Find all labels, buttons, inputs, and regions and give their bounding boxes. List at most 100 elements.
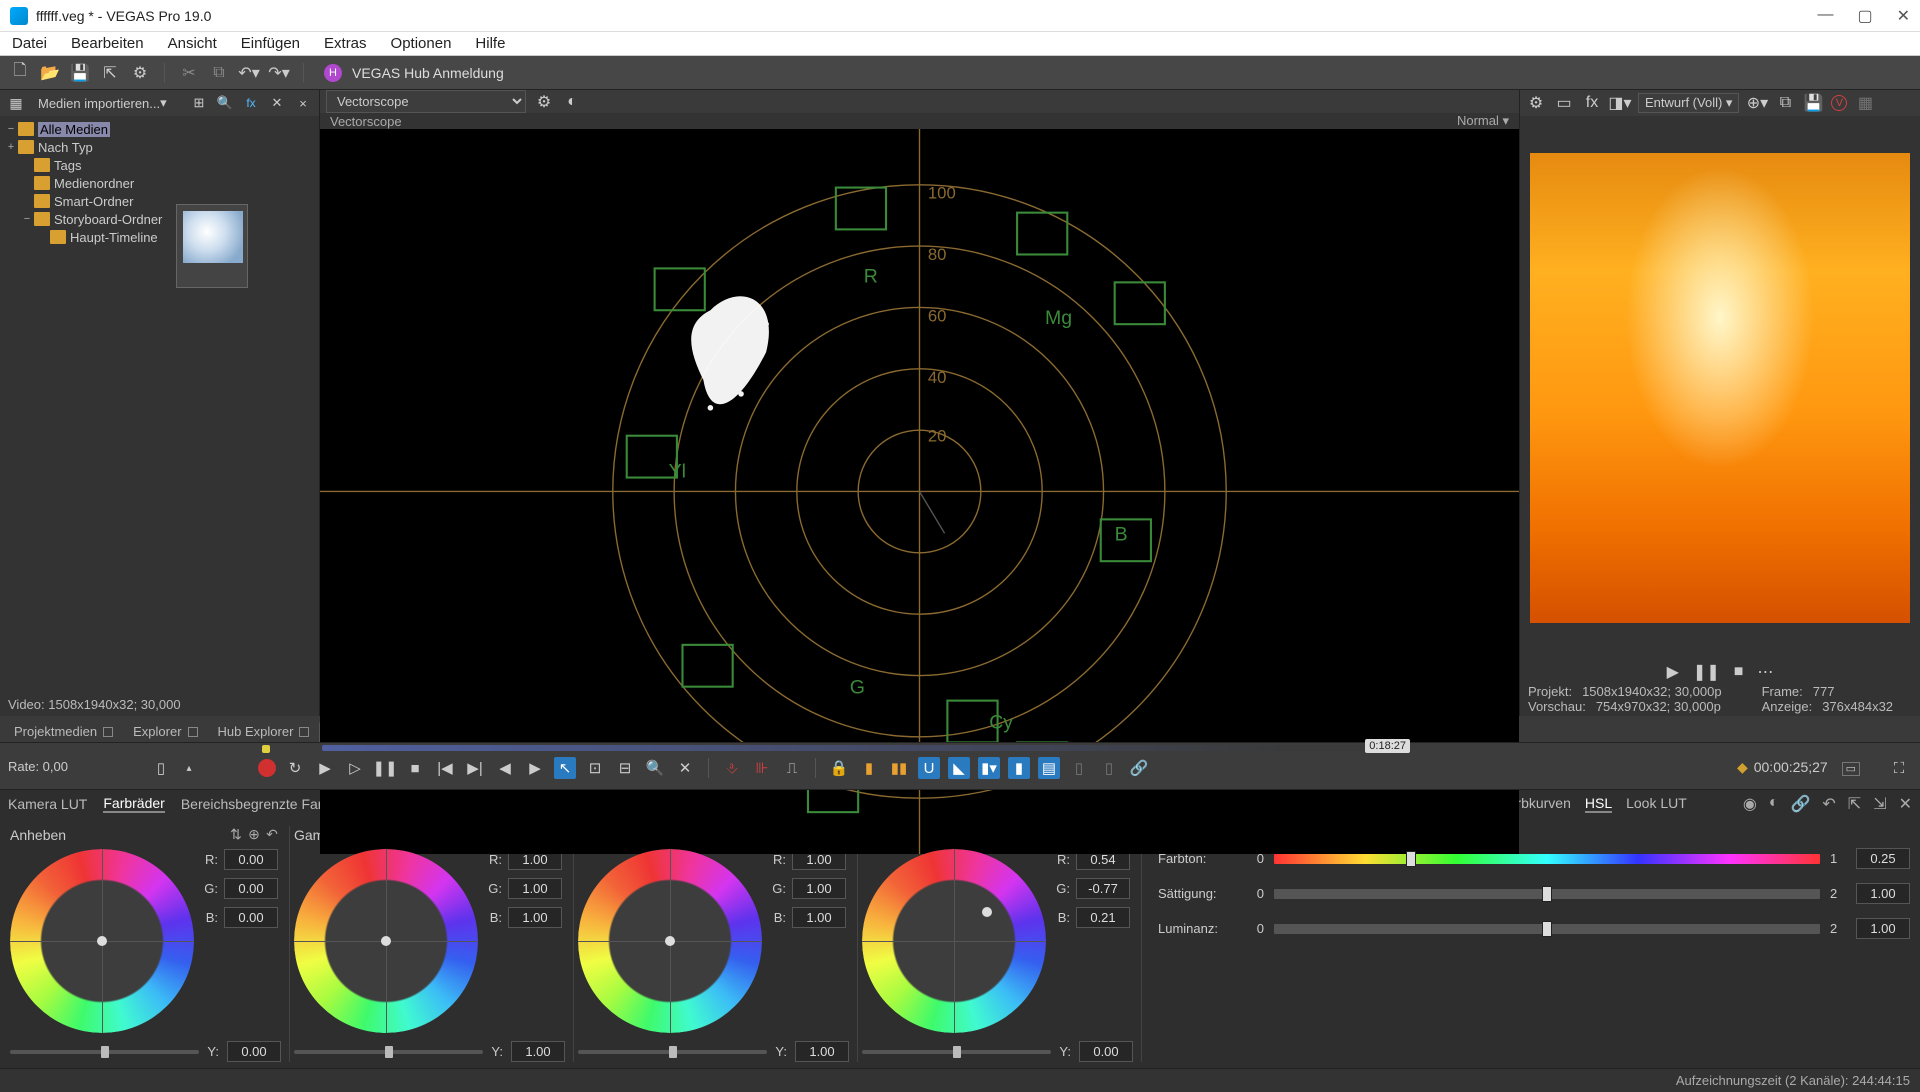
cut-icon[interactable]: ✂ <box>179 63 199 83</box>
delete-icon[interactable]: ✕ <box>674 757 696 779</box>
y-value-input[interactable] <box>227 1041 281 1062</box>
preview-overlay-icon[interactable]: ⊕▾ <box>1747 93 1767 113</box>
preview-stop-icon[interactable]: ■ <box>1734 663 1744 681</box>
pause-icon[interactable]: ❚❚ <box>374 757 396 779</box>
hsl-slider[interactable] <box>1274 889 1820 899</box>
media-thumbnail[interactable] <box>176 204 248 288</box>
go-start-icon[interactable]: |◀ <box>434 757 456 779</box>
tree-item[interactable]: −Storyboard-Ordner <box>4 210 315 228</box>
minimize-button[interactable]: — <box>1817 6 1833 26</box>
r-value-input[interactable] <box>224 849 278 870</box>
preview-copy-icon[interactable]: ⧉ <box>1775 93 1795 113</box>
preview-save-icon[interactable]: 💾 <box>1803 93 1823 113</box>
media-bin-icon[interactable]: ▦ <box>6 93 26 113</box>
tab-hub-explorer[interactable]: Hub Explorer <box>208 721 320 742</box>
go-end-icon[interactable]: ▶| <box>464 757 486 779</box>
scope-type-select[interactable]: Vectorscope <box>326 90 526 113</box>
hub-label[interactable]: VEGAS Hub Anmeldung <box>352 65 504 81</box>
tree-item[interactable]: −Alle Medien <box>4 120 315 138</box>
grade-link-icon[interactable]: 🔗 <box>1790 794 1810 814</box>
hsl-slider[interactable] <box>1274 924 1820 934</box>
menu-ansicht[interactable]: Ansicht <box>168 35 217 52</box>
b-value-input[interactable] <box>224 907 278 928</box>
preview-quality-select[interactable]: Entwurf (Voll) ▾ <box>1638 93 1739 113</box>
save-icon[interactable]: 💾 <box>70 63 90 83</box>
share-icon[interactable]: 🔗 <box>1128 757 1150 779</box>
grade-import-icon[interactable]: ⇱ <box>1848 794 1861 814</box>
master-icon[interactable]: ▤ <box>1038 757 1060 779</box>
menu-hilfe[interactable]: Hilfe <box>475 35 505 52</box>
g-value-input[interactable] <box>224 878 278 899</box>
wheel-reset-icon[interactable]: ↶ <box>263 826 281 843</box>
close-button[interactable]: ✕ <box>1897 6 1910 26</box>
selection-tool-icon[interactable]: ⊡ <box>584 757 606 779</box>
menu-datei[interactable]: Datei <box>12 35 47 52</box>
menu-bearbeiten[interactable]: Bearbeiten <box>71 35 144 52</box>
hsl-value-input[interactable] <box>1856 883 1910 904</box>
misc1-icon[interactable]: ▯ <box>1068 757 1090 779</box>
copy-icon[interactable]: ⧉ <box>209 63 229 83</box>
g-value-input[interactable] <box>1076 878 1130 899</box>
b-value-input[interactable] <box>1076 907 1130 928</box>
grade-tab-look-lut[interactable]: Look LUT <box>1626 795 1687 813</box>
media-fx-icon[interactable]: fx <box>241 93 261 113</box>
color-wheel[interactable] <box>294 849 478 1033</box>
preview-fx-icon[interactable]: fx <box>1582 93 1602 113</box>
color-wheel[interactable] <box>10 849 194 1033</box>
grade-close-icon[interactable]: ✕ <box>1899 794 1912 814</box>
stop-icon[interactable]: ■ <box>404 757 426 779</box>
remove-icon[interactable]: ✕ <box>267 93 287 113</box>
y-value-input[interactable] <box>511 1041 565 1062</box>
timeline-scrubber[interactable]: 0:18:27 <box>322 745 1400 753</box>
preview-split-icon[interactable]: ◨▾ <box>1610 93 1630 113</box>
auto-crossfade-icon[interactable]: ▮▮ <box>888 757 910 779</box>
views-icon[interactable]: ⊞ <box>189 93 209 113</box>
grade-reset-icon[interactable]: ↶ <box>1822 794 1835 814</box>
timecode-display[interactable]: ◆00:00:25;27 ▭ <box>1737 759 1860 776</box>
tree-item[interactable]: Tags <box>4 156 315 174</box>
play-start-icon[interactable]: ▶ <box>314 757 336 779</box>
nested-tl-icon[interactable]: U <box>918 757 940 779</box>
tab-explorer[interactable]: Explorer <box>123 721 207 742</box>
preview-settings-icon[interactable]: ⚙ <box>1526 93 1546 113</box>
event-fx-icon[interactable]: ◣ <box>948 757 970 779</box>
render-icon[interactable]: ⇱ <box>100 63 120 83</box>
new-project-icon[interactable]: 🗋 <box>10 63 30 83</box>
grade-bypass-icon[interactable]: ◉ <box>1743 794 1757 814</box>
grade-tab-kamera-lut[interactable]: Kamera LUT <box>8 796 87 812</box>
grade-tab-farbraeder[interactable]: Farbräder <box>103 795 164 813</box>
preview-play-icon[interactable]: ▶ <box>1667 662 1679 682</box>
y-slider[interactable] <box>578 1050 767 1054</box>
preview-v-icon[interactable]: V <box>1831 95 1847 111</box>
properties-icon[interactable]: ⚙ <box>130 63 150 83</box>
zoom-tool-icon[interactable]: 🔍 <box>644 757 666 779</box>
tab-projektmedien[interactable]: Projektmedien <box>4 721 123 742</box>
preview-pause-icon[interactable]: ❚❚ <box>1693 662 1720 682</box>
grade-tab-hsl[interactable]: HSL <box>1585 795 1612 813</box>
lock-icon[interactable]: 🔒 <box>828 757 850 779</box>
search-icon[interactable]: 🔍 <box>215 93 235 113</box>
b-value-input[interactable] <box>508 907 562 928</box>
y-slider[interactable] <box>294 1050 483 1054</box>
menu-extras[interactable]: Extras <box>324 35 367 52</box>
preview-grid-icon[interactable]: ▦ <box>1855 93 1875 113</box>
next-frame-icon[interactable]: ▶ <box>524 757 546 779</box>
menu-einfuegen[interactable]: Einfügen <box>241 35 300 52</box>
prev-frame-icon[interactable]: ◀ <box>494 757 516 779</box>
y-slider[interactable] <box>862 1050 1051 1054</box>
normal-edit-tool-icon[interactable]: ↖ <box>554 757 576 779</box>
loop-icon[interactable]: ↻ <box>284 757 306 779</box>
color-wheel[interactable] <box>578 849 762 1033</box>
maximize-button[interactable]: ▢ <box>1857 6 1872 26</box>
y-slider[interactable] <box>10 1050 199 1054</box>
preview-external-icon[interactable]: ▭ <box>1554 93 1574 113</box>
y-value-input[interactable] <box>1079 1041 1133 1062</box>
menu-optionen[interactable]: Optionen <box>391 35 452 52</box>
tree-item[interactable]: Medienordner <box>4 174 315 192</box>
y-value-input[interactable] <box>795 1041 849 1062</box>
undo-icon[interactable]: ↶▾ <box>239 63 259 83</box>
scope-settings-icon[interactable]: ⚙ <box>534 92 554 112</box>
rate-reset-icon[interactable]: ▴ <box>178 757 200 779</box>
preview-more-icon[interactable]: ⋯ <box>1757 662 1773 682</box>
hsl-value-input[interactable] <box>1856 918 1910 939</box>
